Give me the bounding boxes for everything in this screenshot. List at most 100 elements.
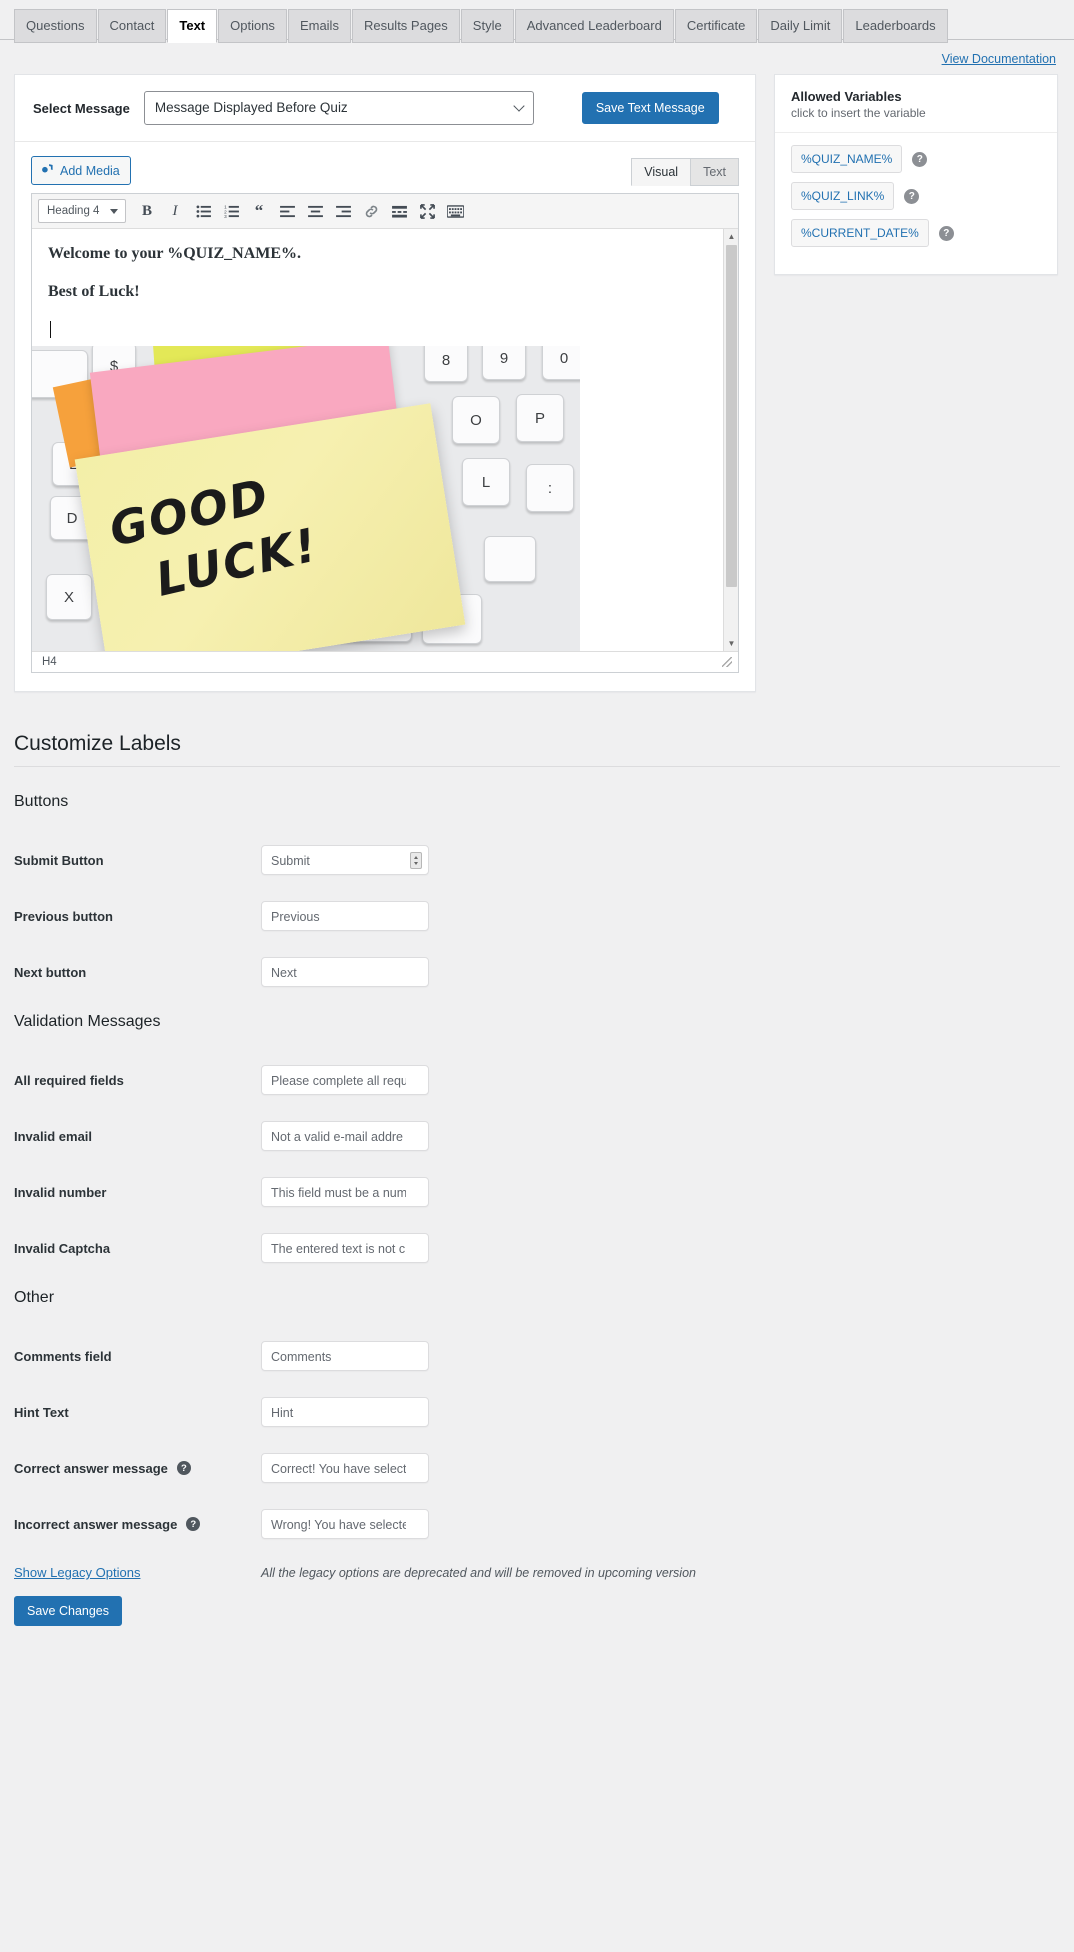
main-tab-bar: Questions Contact Text Options Emails Results… (0, 0, 1074, 43)
editor-top-row: Add Media Visual Text (31, 156, 739, 186)
allowed-variables-subtitle: click to insert the variable (791, 106, 926, 120)
subsection-title-validation-messages: Validation Messages (14, 1013, 161, 1030)
read-more-icon[interactable] (386, 199, 412, 223)
editor-scrollbar[interactable]: ▲ ▼ (723, 229, 738, 651)
field-label-wrap: Submit Button (14, 853, 261, 868)
text-input-hint-text[interactable]: Hint (261, 1397, 429, 1427)
caret-down-icon (110, 209, 118, 214)
tab-emails[interactable]: Emails (287, 9, 351, 43)
text-input-all-required-fields[interactable]: Please complete all requ (261, 1065, 429, 1095)
label-field-row: Next button Next (14, 957, 1060, 987)
tab-contact[interactable]: Contact (97, 9, 167, 43)
help-icon[interactable]: ? (904, 188, 920, 204)
text-input-comments-field[interactable]: Comments (261, 1341, 429, 1371)
input-value: This field must be a num (271, 1186, 406, 1200)
view-documentation-link[interactable]: View Documentation (942, 52, 1056, 66)
save-changes-row: Save Changes (0, 1580, 1074, 1626)
italic-icon[interactable]: I (162, 199, 188, 223)
subsection-title-other: Other (14, 1289, 55, 1306)
spinner-icon[interactable] (410, 852, 422, 869)
align-center-icon[interactable] (302, 199, 328, 223)
variable-row: %QUIZ_LINK%? (791, 182, 1041, 210)
text-input-correct-answer-message[interactable]: Correct! You have selecte (261, 1453, 429, 1483)
field-label-wrap: Correct answer message? (14, 1461, 261, 1476)
insert-link-icon[interactable] (358, 199, 384, 223)
variable-row: %QUIZ_NAME%? (791, 145, 1041, 173)
field-label-wrap: Next button (14, 965, 261, 980)
allowed-variables-header: Allowed Variables click to insert the va… (775, 75, 1057, 133)
add-media-icon (40, 162, 54, 179)
variable-chip-current_date[interactable]: %CURRENT_DATE% (791, 219, 929, 247)
editor-document[interactable]: Welcome to your %QUIZ_NAME%. Best of Luc… (32, 229, 580, 338)
add-media-label: Add Media (60, 163, 120, 178)
bulleted-list-icon[interactable] (190, 199, 216, 223)
help-icon[interactable]: ? (938, 225, 954, 241)
label-field-row: Incorrect answer message? Wrong! You have… (14, 1509, 1060, 1539)
svg-text:3: 3 (224, 214, 227, 218)
tab-text[interactable]: Text (690, 158, 739, 186)
format-select[interactable]: Heading 4 (38, 199, 126, 223)
editor-resize-handle[interactable] (722, 656, 732, 667)
help-icon[interactable]: ? (912, 151, 928, 167)
scrollbar-thumb[interactable] (726, 245, 737, 587)
align-left-icon[interactable] (274, 199, 300, 223)
show-legacy-options-link[interactable]: Show Legacy Options (14, 1565, 261, 1580)
text-input-incorrect-answer-message[interactable]: Wrong! You have selecte (261, 1509, 429, 1539)
save-text-message-button[interactable]: Save Text Message (581, 92, 719, 124)
field-label: Invalid email (14, 1128, 93, 1144)
tab-style[interactable]: Style (460, 9, 514, 43)
numbered-list-icon[interactable]: 1 2 3 (218, 199, 244, 223)
good-luck-image[interactable]: $ 4 E D X 8 9 0 O P L (32, 346, 580, 651)
field-label: Submit Button (14, 852, 104, 868)
select-message-label: Select Message (33, 100, 130, 116)
tab-options[interactable]: Options (218, 9, 287, 43)
field-label: Invalid Captcha (14, 1240, 111, 1256)
save-changes-button[interactable]: Save Changes (14, 1596, 123, 1626)
text-input-invalid-email[interactable]: Not a valid e-mail addre (261, 1121, 429, 1151)
label-field-row: All required fields Please complete all r… (14, 1065, 1060, 1095)
message-select[interactable]: Message Displayed Before Quiz (143, 91, 534, 125)
tab-questions[interactable]: Questions (14, 9, 97, 43)
label-field-row: Submit Button Submit (14, 845, 1060, 875)
scroll-up-icon[interactable]: ▲ (724, 229, 738, 244)
label-field-row: Comments field Comments (14, 1341, 1060, 1371)
field-label-wrap: Previous button (14, 909, 261, 924)
field-label-wrap: Invalid number (14, 1185, 261, 1200)
tab-text[interactable]: Text (167, 9, 218, 43)
tab-results-pages[interactable]: Results Pages (351, 9, 460, 43)
tab-daily-limit[interactable]: Daily Limit (758, 9, 843, 43)
input-value: Correct! You have selecte (271, 1462, 406, 1476)
input-value: Previous (271, 910, 320, 924)
add-media-button[interactable]: Add Media (31, 156, 131, 185)
variable-chip-quiz_link[interactable]: %QUIZ_LINK% (791, 182, 895, 210)
fullscreen-icon[interactable] (414, 199, 440, 223)
toolbar-toggle-icon[interactable] (442, 199, 468, 223)
label-field-row: Invalid email Not a valid e-mail addre (14, 1121, 1060, 1151)
text-input-submit-button[interactable]: Submit (261, 845, 429, 875)
editor-path-indicator: H4 (42, 655, 57, 668)
align-right-icon[interactable] (330, 199, 356, 223)
input-value: Comments (271, 1350, 332, 1364)
text-input-invalid-captcha[interactable]: The entered text is not c (261, 1233, 429, 1263)
tab-leaderboards[interactable]: Leaderboards (843, 9, 948, 43)
field-label: Invalid number (14, 1184, 107, 1200)
variable-chip-quiz_name[interactable]: %QUIZ_NAME% (791, 145, 903, 173)
tab-visual[interactable]: Visual (631, 158, 692, 186)
message-select-wrap: Message Displayed Before Quiz (143, 91, 534, 125)
tab-certificate[interactable]: Certificate (674, 9, 758, 43)
label-field-row: Previous button Previous (14, 901, 1060, 931)
text-input-next-button[interactable]: Next (261, 957, 429, 987)
label-field-row: Hint Text Hint (14, 1397, 1060, 1427)
input-value: Not a valid e-mail addre (271, 1130, 404, 1144)
blockquote-icon[interactable]: “ (246, 199, 272, 223)
customize-labels-body: Buttons Submit Button Submit Previous butto… (14, 793, 1060, 1539)
text-input-invalid-number[interactable]: This field must be a num (261, 1177, 429, 1207)
editor-content-area[interactable]: Welcome to your %QUIZ_NAME%. Best of Luc… (32, 229, 738, 651)
bold-icon[interactable]: B (134, 199, 160, 223)
scroll-down-icon[interactable]: ▼ (724, 636, 738, 651)
left-column: Select Message Message Displayed Before … (14, 74, 756, 692)
text-input-previous-button[interactable]: Previous (261, 901, 429, 931)
help-icon[interactable]: ? (186, 1517, 201, 1531)
tab-advanced-leaderboard[interactable]: Advanced Leaderboard (514, 9, 674, 43)
help-icon[interactable]: ? (176, 1461, 191, 1475)
